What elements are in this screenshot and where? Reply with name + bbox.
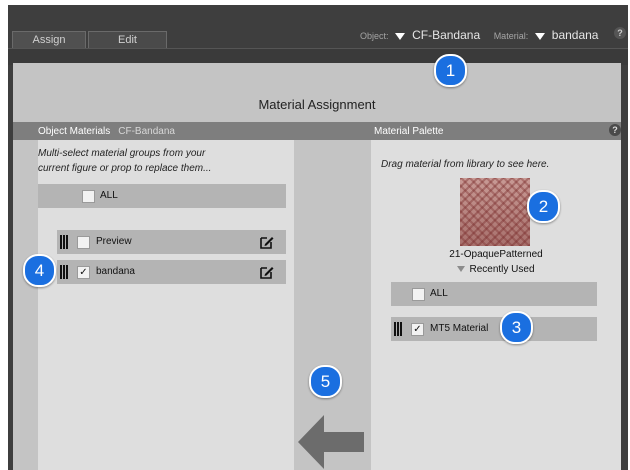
callout-badge-1: 1: [434, 54, 467, 87]
material-label: Material:: [493, 31, 529, 41]
palette-instructions: Drag material from library to see here.: [381, 159, 550, 170]
list-item[interactable]: Preview: [57, 230, 286, 254]
bandana-label: bandana: [96, 266, 135, 277]
drag-handle-icon[interactable]: [60, 235, 68, 249]
callout-badge-4: 4: [23, 254, 56, 287]
mt5-label: MT5 Material: [430, 323, 489, 334]
bandana-checkbox[interactable]: ✓: [77, 266, 90, 279]
main-panel: Material Assignment Object Materials CF-B…: [13, 63, 621, 470]
instructions-line-2: current figure or prop to replace them..…: [38, 163, 212, 174]
collapse-triangle-icon[interactable]: [457, 266, 466, 273]
object-label: Object:: [360, 31, 389, 41]
list-item[interactable]: ✓ bandana: [57, 260, 286, 284]
material-palette-header: Material Palette: [374, 126, 444, 137]
tab-assign[interactable]: Assign: [12, 31, 86, 49]
instructions-line-1: Multi-select material groups from your: [38, 148, 206, 159]
recently-used-toggle[interactable]: Recently Used: [371, 264, 621, 275]
drag-handle-icon[interactable]: [394, 322, 402, 336]
edit-icon[interactable]: [260, 235, 274, 249]
object-all-label: ALL: [100, 190, 118, 201]
callout-badge-5: 5: [309, 365, 342, 398]
preview-label: Preview: [96, 236, 132, 247]
object-all-row[interactable]: ALL: [38, 184, 286, 208]
mt5-checkbox[interactable]: ✓: [411, 323, 424, 336]
app-window: Assign Edit Object: CF-Bandana Material:…: [8, 5, 628, 470]
object-dropdown-icon[interactable]: [395, 32, 406, 40]
recently-used-label: Recently Used: [469, 264, 535, 275]
page-title: Material Assignment: [258, 97, 376, 112]
list-item[interactable]: ✓ MT5 Material: [391, 317, 597, 341]
preview-checkbox[interactable]: [77, 236, 90, 249]
swatch-label: 21-OpaquePatterned: [449, 249, 543, 260]
object-dropdown[interactable]: CF-Bandana: [412, 28, 480, 42]
top-bar: Assign Edit Object: CF-Bandana Material:…: [8, 5, 628, 49]
edit-icon[interactable]: [260, 265, 274, 279]
object-materials-header: Object Materials CF-Bandana: [38, 126, 175, 137]
material-palette-pane: Drag material from library to see here. …: [371, 140, 621, 470]
object-materials-title: Object Materials: [38, 126, 111, 137]
callout-badge-3: 3: [500, 311, 533, 344]
object-materials-figure: CF-Bandana: [118, 126, 175, 137]
assign-arrow-icon[interactable]: [298, 415, 366, 469]
palette-all-checkbox[interactable]: [412, 288, 425, 301]
callout-badge-2: 2: [527, 190, 560, 223]
palette-all-label: ALL: [430, 288, 448, 299]
selector-row: Object: CF-Bandana Material: bandana: [360, 28, 598, 46]
object-all-checkbox[interactable]: [82, 190, 95, 203]
material-dropdown-icon[interactable]: [534, 32, 545, 40]
material-dropdown[interactable]: bandana: [552, 28, 599, 42]
object-materials-pane: Multi-select material groups from your c…: [38, 140, 294, 470]
material-swatch-thumbnail[interactable]: [460, 178, 530, 246]
help-icon[interactable]: ?: [614, 27, 626, 39]
palette-all-row[interactable]: ALL: [391, 282, 597, 306]
object-materials-instructions: Multi-select material groups from your c…: [38, 146, 288, 176]
palette-help-icon[interactable]: ?: [609, 124, 621, 136]
drag-handle-icon[interactable]: [60, 265, 68, 279]
tab-edit[interactable]: Edit: [88, 31, 167, 49]
